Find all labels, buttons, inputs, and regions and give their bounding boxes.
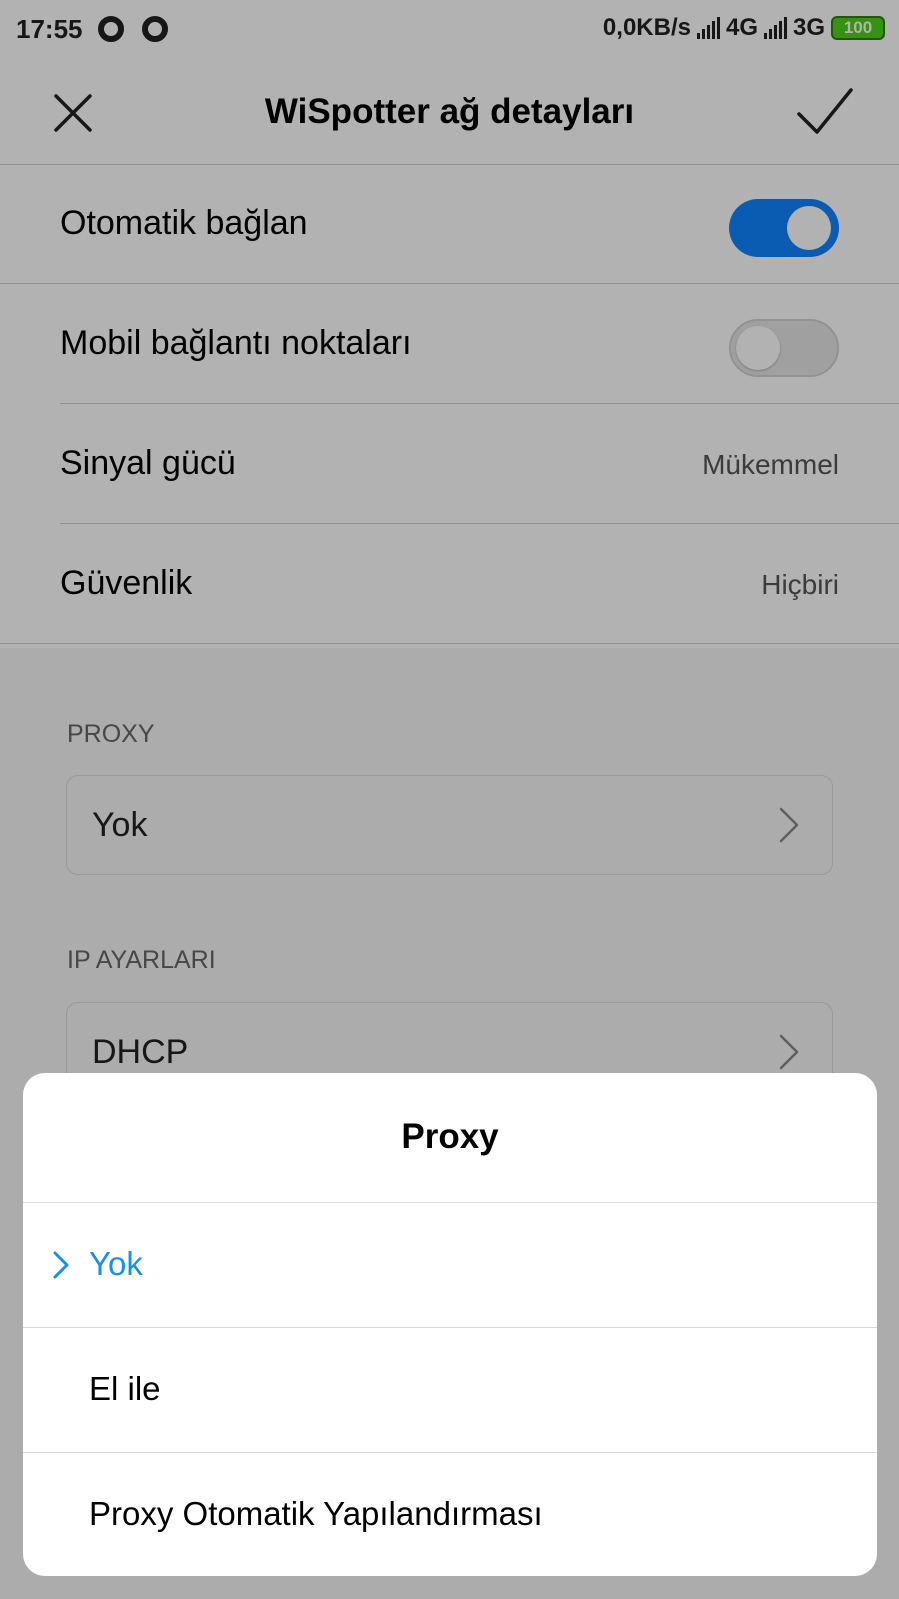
selected-chevron-icon bbox=[53, 1251, 69, 1279]
sheet-title: Proxy bbox=[401, 1117, 499, 1156]
proxy-option-none[interactable]: Yok bbox=[23, 1203, 877, 1327]
proxy-option-manual[interactable]: El ile bbox=[23, 1328, 877, 1452]
proxy-options-sheet: Proxy Yok El ile Proxy Otomatik Yapıland… bbox=[23, 1073, 877, 1576]
option-label: Proxy Otomatik Yapılandırması bbox=[89, 1495, 543, 1532]
proxy-option-auto-config[interactable]: Proxy Otomatik Yapılandırması bbox=[23, 1453, 877, 1576]
option-label: Yok bbox=[89, 1245, 143, 1282]
option-label: El ile bbox=[89, 1370, 161, 1407]
wifi-details-screen: 17:55 0,0KB/s 4G 3G 100 WiSpotter ağ det… bbox=[0, 0, 899, 1599]
